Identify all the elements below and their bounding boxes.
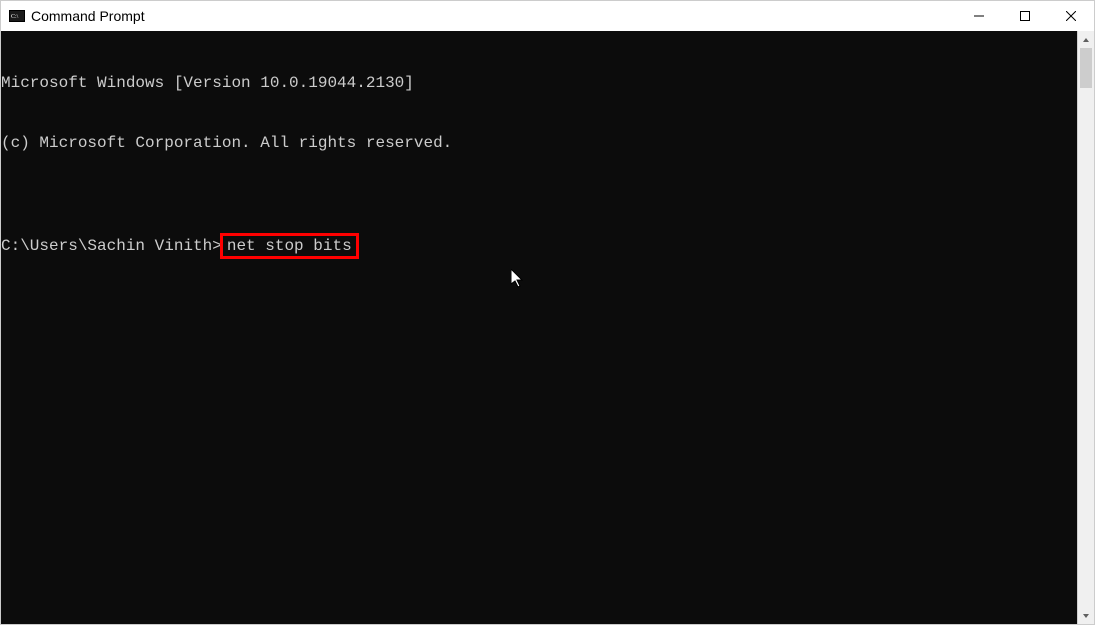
prompt-path: C:\Users\Sachin Vinith> [1, 236, 222, 256]
scroll-down-arrow[interactable] [1078, 607, 1094, 624]
prompt-line: C:\Users\Sachin Vinith> net stop bits [1, 233, 1077, 259]
window-title: Command Prompt [31, 8, 145, 24]
svg-text:C:\: C:\ [11, 14, 19, 20]
client-area: Microsoft Windows [Version 10.0.19044.21… [1, 31, 1094, 624]
scroll-thumb[interactable] [1080, 48, 1092, 88]
command-highlight: net stop bits [220, 233, 359, 259]
titlebar[interactable]: C:\ Command Prompt [1, 1, 1094, 31]
terminal-output[interactable]: Microsoft Windows [Version 10.0.19044.21… [1, 31, 1077, 624]
typed-command: net stop bits [227, 237, 352, 255]
app-icon: C:\ [9, 8, 25, 24]
command-prompt-window: C:\ Command Prompt Microsoft Windows [Ve… [0, 0, 1095, 625]
minimize-button[interactable] [956, 1, 1002, 31]
close-button[interactable] [1048, 1, 1094, 31]
version-line: Microsoft Windows [Version 10.0.19044.21… [1, 73, 1077, 93]
scroll-up-arrow[interactable] [1078, 31, 1094, 48]
maximize-button[interactable] [1002, 1, 1048, 31]
vertical-scrollbar[interactable] [1077, 31, 1094, 624]
copyright-line: (c) Microsoft Corporation. All rights re… [1, 133, 1077, 153]
scroll-track[interactable] [1078, 48, 1094, 607]
